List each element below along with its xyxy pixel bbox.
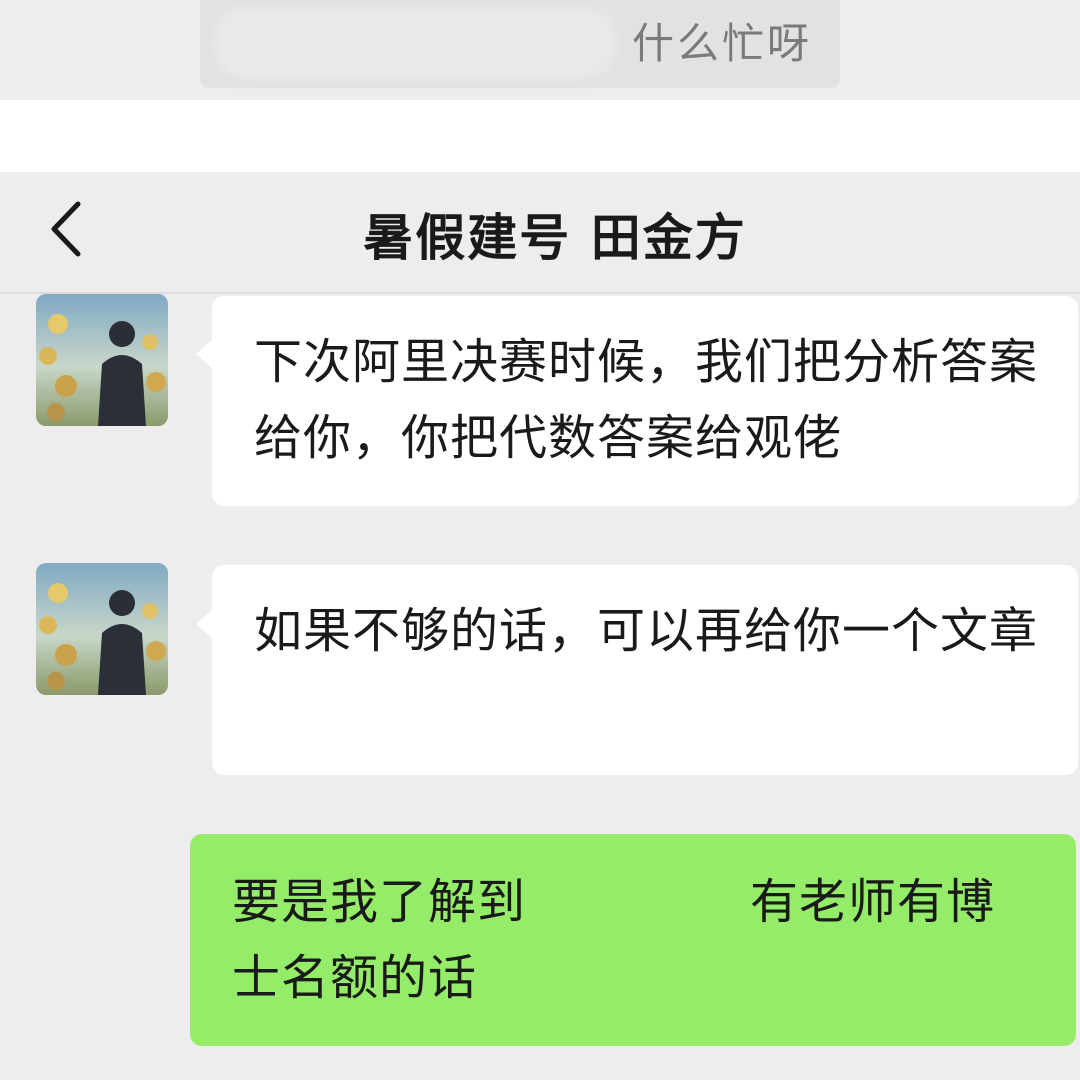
message-text: 如果不够的话，可以再给你一个文章 [254, 603, 1039, 659]
divider-gap [0, 100, 1080, 172]
previous-message-text: 什么忙呀 [632, 19, 813, 68]
message-bubble-incoming[interactable]: 下次阿里决赛时候，我们把分析答案给你，你把代数答案给观佬 [212, 296, 1078, 506]
message-bubble-incoming[interactable]: 如果不够的话，可以再给你一个文章 [212, 565, 1078, 775]
message-bubble-outgoing[interactable]: 要是我了解到 有老师有博士名额的话 [190, 834, 1076, 1046]
anime-avatar-image [36, 563, 168, 695]
message-text: 下次阿里决赛时候，我们把分析答案给你，你把代数答案给观佬 [254, 334, 1039, 466]
anime-avatar-image [36, 294, 168, 426]
chat-header: 暑假建号 田金方 [0, 172, 1080, 292]
header-divider [0, 292, 1080, 294]
redacted-area [215, 8, 615, 78]
chat-title: 暑假建号 田金方 [363, 209, 747, 267]
avatar[interactable] [36, 563, 168, 695]
message-text-part2: 有老师有博士名额的话 [232, 874, 996, 1006]
previous-message-area: 什么忙呀 [0, 0, 1080, 100]
avatar[interactable] [36, 294, 168, 426]
